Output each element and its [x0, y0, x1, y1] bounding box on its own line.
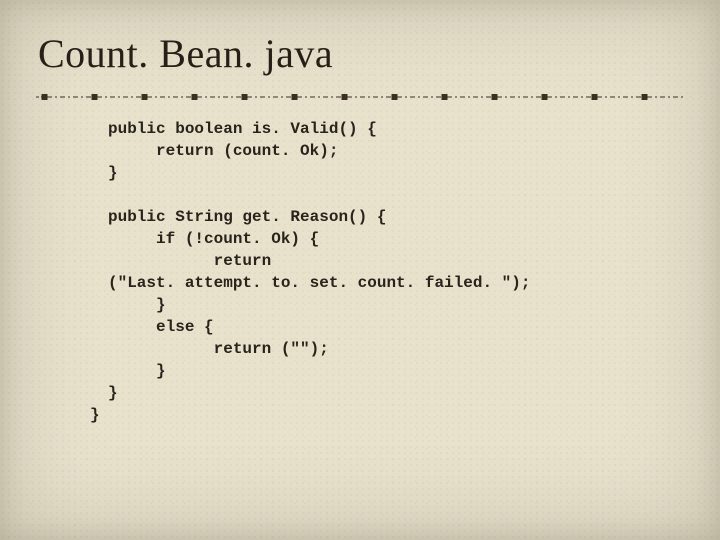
slide-title: Count. Bean. java	[38, 30, 333, 77]
code-line: if (!count. Ok) {	[108, 230, 319, 248]
code-line: }	[108, 384, 118, 402]
code-line: }	[108, 362, 166, 380]
code-line: }	[108, 296, 166, 314]
code-line: return (count. Ok);	[108, 142, 338, 160]
code-line: public String get. Reason() {	[108, 208, 386, 226]
slide: Count. Bean. java	[0, 0, 720, 540]
code-line: else {	[108, 318, 214, 336]
divider-svg	[36, 92, 684, 102]
divider-ornament	[36, 92, 684, 102]
code-close-brace: }	[90, 404, 100, 426]
code-line: return	[108, 252, 271, 270]
code-line: }	[108, 164, 118, 182]
code-line: public boolean is. Valid() {	[108, 120, 377, 138]
code-line: return ("");	[108, 340, 329, 358]
code-line: ("Last. attempt. to. set. count. failed.…	[108, 274, 530, 292]
code-block: public boolean is. Valid() { return (cou…	[108, 118, 668, 404]
